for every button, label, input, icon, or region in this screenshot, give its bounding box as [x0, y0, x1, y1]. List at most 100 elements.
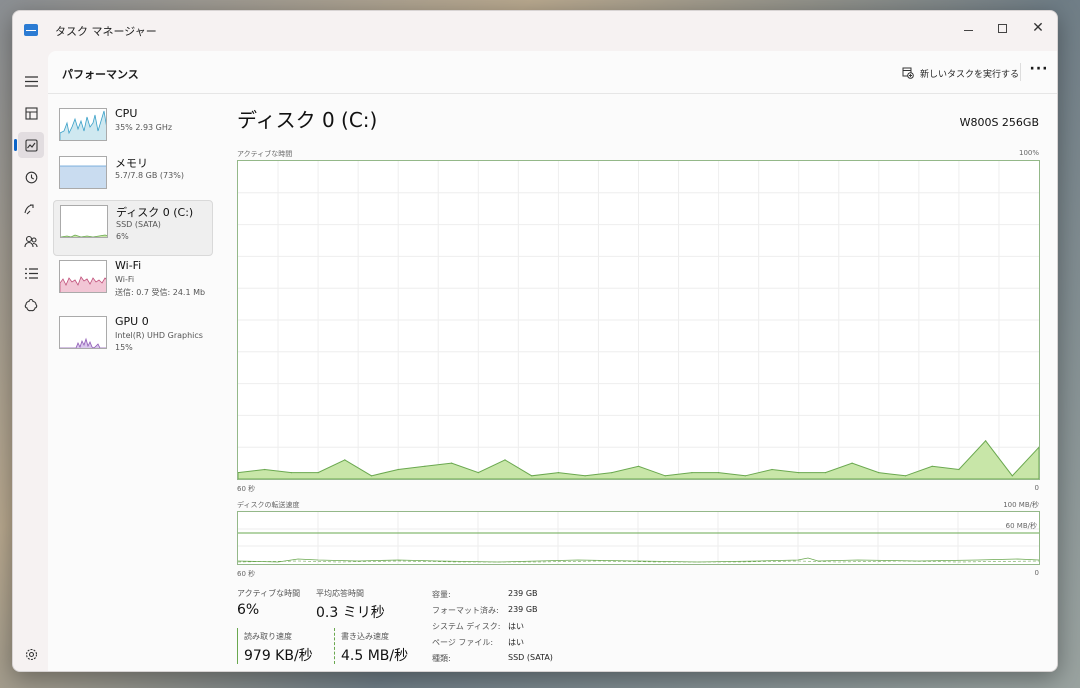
active-time-stat-value: 6%: [237, 602, 260, 618]
active-time-data-point: [451, 462, 453, 464]
system-disk-label: システム ディスク:: [432, 622, 501, 631]
read-speed-indicator: [237, 628, 238, 664]
write-speed-stat-value: 4.5 MB/秒: [341, 648, 409, 664]
sidebar-item-name: ディスク 0 (C:): [116, 206, 194, 219]
nav-services-button[interactable]: [18, 292, 44, 318]
active-time-data-point: [878, 472, 880, 474]
capacity-value: 239 GB: [508, 589, 538, 598]
maximize-button[interactable]: [985, 15, 1019, 41]
active-time-data-point: [958, 468, 960, 471]
active-time-data-point: [264, 468, 266, 471]
users-icon: [24, 235, 38, 247]
more-options-button[interactable]: ···: [1026, 61, 1052, 83]
active-time-data-point: [824, 472, 827, 474]
sidebar-item-usage: 6%: [116, 232, 129, 241]
minimize-button[interactable]: [951, 15, 985, 41]
avg-response-stat-label: 平均応答時間: [316, 589, 364, 598]
close-button[interactable]: ✕: [1021, 15, 1055, 41]
title-bar: タスク マネージャー ✕: [13, 11, 1057, 51]
transfer-graph-max: 100 MB/秒: [1003, 501, 1039, 509]
read-speed-stat-value: 979 KB/秒: [244, 648, 313, 664]
active-time-data-point: [290, 472, 292, 474]
capacity-label: 容量:: [432, 590, 451, 599]
processes-icon: [24, 106, 38, 120]
sidebar-item-detail: Wi-Fi: [115, 275, 135, 284]
nav-users-button[interactable]: [18, 228, 44, 254]
sidebar-item-detail: 35% 2.93 GHz: [115, 123, 173, 132]
page-header: パフォーマンス 新しいタスクを実行する ···: [48, 51, 1057, 94]
menu-icon: [24, 75, 38, 87]
active-time-data-point: [584, 475, 586, 477]
active-time-data-point: [504, 459, 506, 461]
active-time-data-point: [531, 475, 533, 477]
sidebar-item-disk-0[interactable]: ディスク 0 (C:) SSD (SATA) 6%: [53, 200, 213, 256]
sidebar-item-name: メモリ: [115, 157, 148, 170]
sidebar-item-detail: Intel(R) UHD Graphics: [115, 331, 203, 340]
transfer-graph-label: ディスクの転送速度: [237, 501, 300, 509]
disk-detail-panel: ディスク 0 (C:) W800S 256GB アクティブな時間 100% 60…: [236, 94, 1046, 671]
sidebar-item-gpu-0[interactable]: GPU 0 Intel(R) UHD Graphics 15%: [53, 312, 213, 368]
formatted-value: 239 GB: [508, 605, 538, 614]
active-time-graph-end: 0: [1034, 484, 1039, 492]
active-time-data-point: [904, 475, 907, 477]
page-file-value: はい: [508, 638, 524, 647]
active-time-data-point: [397, 468, 399, 471]
active-time-data-point: [744, 475, 746, 477]
nav-processes-button[interactable]: [18, 100, 44, 126]
run-new-task-button[interactable]: 新しいタスクを実行する: [902, 63, 1019, 83]
nav-app-history-button[interactable]: [18, 164, 44, 190]
sidebar-item-wifi[interactable]: Wi-Fi Wi-Fi 送信: 0.7 受信: 24.1 Mb: [53, 256, 213, 312]
wifi-thumbnail-graph: [59, 260, 107, 293]
sidebar-item-name: Wi-Fi: [115, 259, 142, 272]
nav-menu-button[interactable]: [18, 68, 44, 94]
sidebar-item-name: GPU 0: [115, 315, 149, 328]
write-speed-indicator: [334, 628, 335, 664]
window-title: タスク マネージャー: [55, 25, 157, 38]
write-speed-stat-label: 書き込み速度: [341, 632, 389, 641]
details-icon: [24, 267, 38, 279]
performance-content: CPU 35% 2.93 GHz メモリ 5.7/7.8 GB (73%) ディ…: [48, 94, 1057, 671]
nav-performance-button[interactable]: [14, 132, 44, 158]
disk-type-label: 種類:: [432, 654, 451, 663]
active-time-data-point: [317, 472, 319, 474]
active-time-data-point: [664, 475, 666, 477]
formatted-label: フォーマット済み:: [432, 606, 499, 615]
sidebar-item-name: CPU: [115, 107, 138, 120]
cpu-thumbnail-graph: [59, 108, 107, 141]
active-time-data-point: [344, 459, 346, 461]
active-time-data-point: [718, 472, 720, 474]
active-time-stat-label: アクティブな時間: [237, 589, 301, 598]
header-separator: [1020, 63, 1021, 81]
active-time-data-point: [637, 465, 640, 467]
nav-details-button[interactable]: [18, 260, 44, 286]
transfer-rate-chart: [237, 512, 1040, 564]
sidebar-item-throughput: 送信: 0.7 受信: 24.1 Mb: [115, 288, 206, 297]
transfer-graph-mid: 60 MB/秒: [1005, 522, 1037, 530]
services-icon: [24, 298, 38, 312]
performance-sidebar: CPU 35% 2.93 GHz メモリ 5.7/7.8 GB (73%) ディ…: [48, 94, 218, 671]
sidebar-item-detail: 5.7/7.8 GB (73%): [115, 171, 184, 180]
active-time-data-point: [931, 465, 933, 467]
active-time-data-point: [798, 472, 800, 474]
active-time-graph-label: アクティブな時間: [237, 150, 293, 158]
nav-startup-apps-button[interactable]: [18, 196, 44, 222]
startup-apps-icon: [24, 204, 34, 215]
maximize-icon: [997, 23, 1007, 33]
disk-thumbnail-graph: [60, 205, 108, 238]
minimize-icon: [963, 29, 973, 31]
close-icon: ✕: [1032, 20, 1044, 36]
performance-icon: [24, 138, 38, 152]
app-history-icon: [25, 171, 37, 183]
disk-title: ディスク 0 (C:): [237, 108, 378, 132]
memory-thumbnail-graph: [59, 156, 107, 189]
active-time-data-point: [985, 440, 987, 442]
nav-settings-button[interactable]: [20, 643, 42, 665]
run-new-task-label: 新しいタスクを実行する: [920, 69, 1020, 80]
page-file-label: ページ ファイル:: [432, 638, 494, 647]
sidebar-item-usage: 15%: [115, 343, 133, 352]
read-speed-stat-label: 読み取り速度: [244, 632, 292, 641]
task-manager-window: タスク マネージャー ✕ パフォーマンス 新しいタスクを実行する ··· CPU…: [12, 10, 1058, 672]
disk-model: W800S 256GB: [959, 116, 1039, 129]
sidebar-item-detail: SSD (SATA): [116, 220, 161, 229]
active-time-data-point: [557, 472, 559, 474]
